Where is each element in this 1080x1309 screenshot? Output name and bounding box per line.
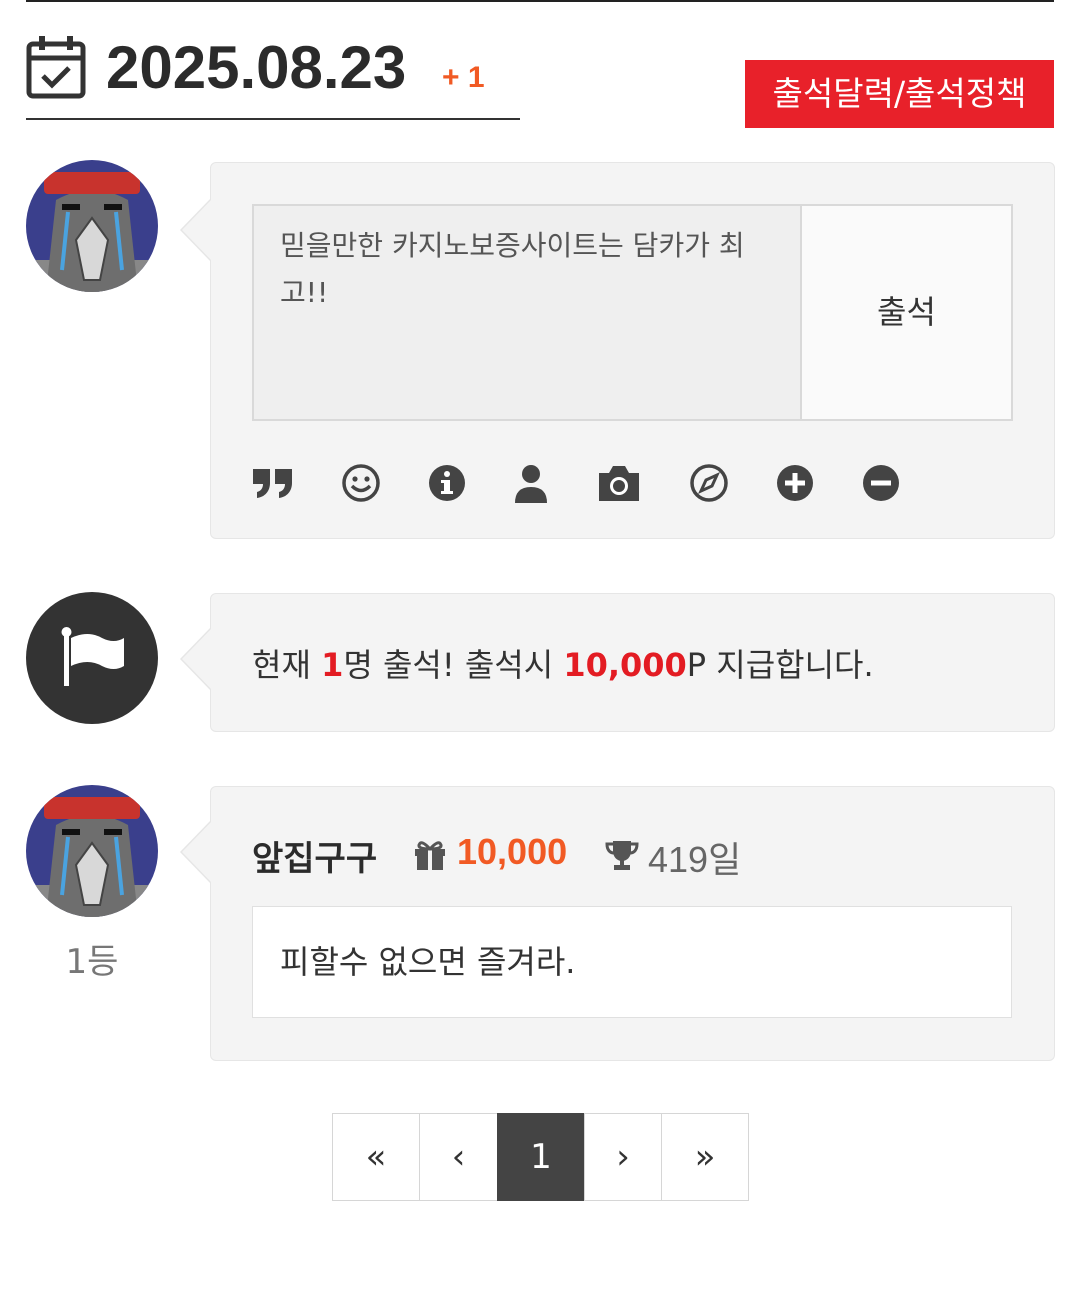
compass-icon[interactable] (687, 461, 731, 505)
composer-panel: 믿을만한 카지노보증사이트는 담카가 최고!! 출석 (180, 162, 1055, 539)
notice-suffix: P 지급합니다. (686, 646, 874, 684)
current-page-button[interactable]: 1 (497, 1113, 585, 1201)
attendee-count: 1 (321, 646, 344, 684)
entry-comment: 피할수 없으면 즐겨라. (252, 906, 1012, 1018)
entry-points: 10,000 (457, 831, 568, 872)
attendance-message-input[interactable]: 믿을만한 카지노보증사이트는 담카가 최고!! (252, 204, 802, 421)
notice-text: 현재 1명 출석! 출석시 10,000P 지급합니다. (252, 640, 874, 686)
gift-icon (415, 841, 445, 870)
info-icon[interactable] (425, 461, 469, 505)
pagination: « ‹ 1 › » (332, 1113, 749, 1201)
attendance-policy-button[interactable]: 출석달력/출석정책 (745, 60, 1054, 128)
attendance-notice: 현재 1명 출석! 출석시 10,000P 지급합니다. (180, 593, 1055, 732)
prev-page-button[interactable]: ‹ (419, 1113, 498, 1201)
user-icon[interactable] (509, 461, 553, 505)
minus-circle-icon[interactable] (859, 461, 903, 505)
smile-icon[interactable] (339, 461, 383, 505)
entry-days: 419일 (648, 839, 742, 880)
quote-icon[interactable] (251, 461, 295, 505)
next-page-button[interactable]: › (584, 1113, 662, 1201)
flag-icon (61, 627, 124, 686)
rank-label: 1등 (65, 942, 119, 982)
camera-icon[interactable] (595, 461, 643, 505)
plus-circle-icon[interactable] (773, 461, 817, 505)
calendar-check-icon (26, 36, 86, 99)
date-header: 2025.08.23 + 1 (26, 30, 520, 120)
notice-prefix: 현재 (252, 646, 322, 684)
reward-points: 10,000 (563, 646, 687, 684)
avatar (26, 160, 158, 292)
top-divider (26, 0, 1054, 2)
trophy-icon (605, 841, 639, 870)
notice-middle: 명 출석! 출석시 (343, 646, 564, 684)
entry-username[interactable]: 앞집구구 (252, 831, 377, 880)
first-page-button[interactable]: « (332, 1113, 420, 1201)
attendance-date: 2025.08.23 (106, 34, 407, 101)
last-page-button[interactable]: » (661, 1113, 749, 1201)
avatar (26, 785, 158, 917)
attendance-submit-button[interactable]: 출석 (802, 204, 1013, 421)
date-increment: + 1 (442, 61, 485, 94)
flag-badge (26, 592, 158, 724)
attendance-entry: 앞집구구 10,000 419일 피할수 없으면 즐겨라. (180, 786, 1055, 1061)
